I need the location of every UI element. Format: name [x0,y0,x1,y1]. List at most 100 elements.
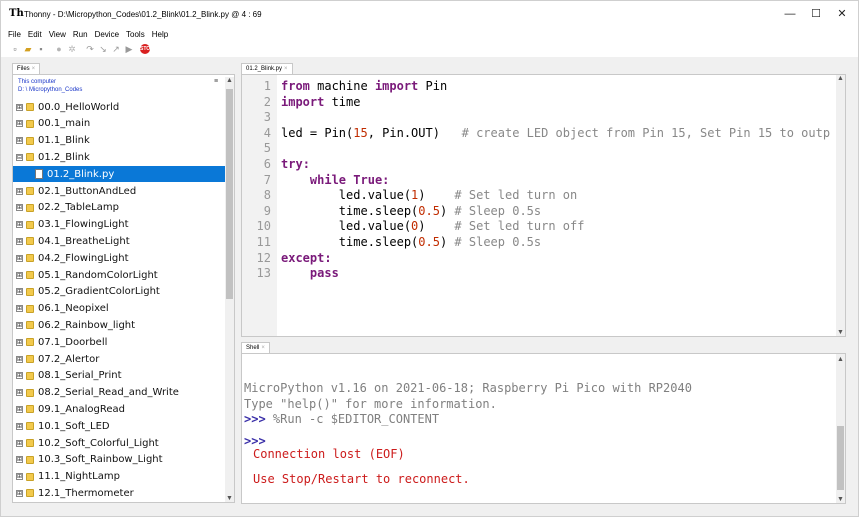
editor-scroll-down-icon[interactable]: ▼ [836,329,845,336]
tab-files[interactable]: Files × [12,63,41,74]
location-path[interactable]: D: \ Micropython_Codes [18,86,82,94]
minimize-button[interactable]: — [776,1,804,27]
expand-icon[interactable]: ⊞ [16,389,23,397]
menu-view[interactable]: View [49,30,66,39]
expand-icon[interactable]: ⊞ [16,405,23,413]
expand-icon[interactable]: ⊞ [16,271,23,279]
menu-run[interactable]: Run [73,30,88,39]
tab-editor-file[interactable]: 01.2_Blink.py × [241,63,293,74]
window-title: Thonny - D:\Micropython_Codes\01.2_Blink… [24,9,262,19]
location-breadcrumb[interactable]: This computer D: \ Micropython_Codes [18,78,82,94]
files-tabstrip: Files × [12,62,235,74]
step-over-icon[interactable]: ↷ [85,44,95,54]
expand-icon[interactable]: ⊞ [16,237,23,245]
step-out-icon[interactable]: ↗ [111,44,121,54]
files-scrollbar-thumb[interactable] [226,89,233,299]
folder-item[interactable]: ⊞ 08.1_Serial_Print [13,368,226,384]
stop-icon[interactable]: STOP [140,44,154,54]
run-icon[interactable]: ● [54,44,64,54]
code-token: while [309,172,347,187]
expand-icon[interactable]: ⊞ [16,221,23,229]
expand-icon[interactable]: ⊞ [16,103,23,111]
expand-icon[interactable]: ⊞ [16,489,23,497]
folder-item[interactable]: ⊞ 08.2_Serial_Read_and_Write [13,385,226,401]
tree-item-label: 10.2_Soft_Colorful_Light [38,437,159,449]
tree-item-label: 02.1_ButtonAndLed [38,185,137,197]
folder-item[interactable]: ⊞ 09.1_AnalogRead [13,401,226,417]
scroll-up-icon[interactable]: ▲ [225,77,234,84]
folder-item[interactable]: ⊞ 00.0_HelloWorld [13,99,226,115]
folder-item[interactable]: ⊞ 07.1_Doorbell [13,334,226,350]
expand-icon[interactable]: ⊞ [16,321,23,329]
expand-icon[interactable]: ⊞ [16,187,23,195]
expand-icon[interactable]: ⊞ [16,338,23,346]
menu-file[interactable]: File [8,30,21,39]
expand-icon[interactable]: ⊞ [16,355,23,363]
shell-error-connection: Connection lost (EOF) [253,447,405,461]
shell-scrollbar-thumb[interactable] [837,426,844,490]
code-token: 0.5 [418,235,440,249]
folder-item[interactable]: ⊞ 07.2_Alertor [13,351,226,367]
menu-edit[interactable]: Edit [28,30,42,39]
editor-scrollbar[interactable]: ▲ ▼ [836,75,845,336]
shell-panel[interactable]: MicroPython v1.16 on 2021-06-18; Raspber… [241,353,846,504]
collapse-icon[interactable]: ⊟ [16,153,23,161]
folder-item[interactable]: ⊞ 04.2_FlowingLight [13,250,226,266]
folder-item[interactable]: ⊞ 10.1_Soft_LED [13,418,226,434]
shell-scrollbar[interactable]: ▲ ▼ [836,354,845,503]
tab-shell[interactable]: Shell × [241,342,270,353]
maximize-button[interactable]: ☐ [802,1,830,27]
debug-icon[interactable]: ✲ [67,44,77,54]
location-this-computer[interactable]: This computer [18,78,82,86]
close-button[interactable]: ✕ [828,1,856,27]
folder-item[interactable]: ⊞ 10.3_Soft_Rainbow_Light [13,452,226,468]
editor-scroll-up-icon[interactable]: ▲ [836,75,845,82]
folder-item[interactable]: ⊞ 04.1_BreatheLight [13,233,226,249]
expand-icon[interactable]: ⊞ [16,372,23,380]
folder-item[interactable]: ⊞ 02.2_TableLamp [13,200,226,216]
folder-item[interactable]: ⊞ 03.1_FlowingLight [13,217,226,233]
expand-icon[interactable]: ⊞ [16,422,23,430]
tab-shell-close-icon[interactable]: × [261,345,265,351]
shell-prompt-2: >>> [244,434,266,448]
folder-item[interactable]: ⊞ 06.1_Neopixel [13,301,226,317]
folder-item[interactable]: ⊞ 06.2_Rainbow_light [13,317,226,333]
shell-scroll-up-icon[interactable]: ▲ [836,356,845,363]
tab-files-close-icon[interactable]: × [32,66,36,72]
expand-icon[interactable]: ⊞ [16,120,23,128]
open-file-icon[interactable]: ▰ [23,44,33,54]
folder-item[interactable]: ⊟ 01.2_Blink [13,149,226,165]
menu-help[interactable]: Help [152,30,168,39]
expand-icon[interactable]: ⊞ [16,473,23,481]
folder-item[interactable]: ⊞ 05.2_GradientColorLight [13,284,226,300]
expand-icon[interactable]: ⊞ [16,305,23,313]
code-line: led.value(0) # Set led turn off [281,219,585,233]
folder-item[interactable]: ⊞ 00.1_main [13,116,226,132]
menu-tools[interactable]: Tools [126,30,145,39]
menu-device[interactable]: Device [95,30,119,39]
folder-item[interactable]: ⊞ 02.1_ButtonAndLed [13,183,226,199]
folder-item[interactable]: ⊞ 05.1_RandomColorLight [13,267,226,283]
expand-icon[interactable]: ⊞ [16,137,23,145]
step-into-icon[interactable]: ↘ [98,44,108,54]
folder-item[interactable]: ⊞ 12.1_Thermometer [13,485,226,501]
folder-item[interactable]: ⊞ 11.1_NightLamp [13,469,226,485]
code-editor[interactable]: 1 2 3 4 5 6 7 8 9 10 11 12 13 from machine import Pi… [241,74,846,337]
expand-icon[interactable]: ⊞ [16,456,23,464]
expand-icon[interactable]: ⊞ [16,439,23,447]
folder-item[interactable]: ⊞ 01.1_Blink [13,133,226,149]
files-scrollbar[interactable]: ▲ ▼ [225,77,234,502]
save-icon[interactable]: ▪ [36,44,46,54]
new-file-icon[interactable]: ▫ [10,44,20,54]
expand-icon[interactable]: ⊞ [16,254,23,262]
tab-editor-close-icon[interactable]: × [284,66,288,72]
folder-icon [26,405,34,414]
shell-scroll-down-icon[interactable]: ▼ [836,496,845,503]
expand-icon[interactable]: ⊞ [16,288,23,296]
files-menu-icon[interactable]: ≡ [214,78,218,85]
folder-item[interactable]: ⊞ 10.2_Soft_Colorful_Light [13,435,226,451]
file-item[interactable]: 01.2_Blink.py [13,166,226,183]
resume-icon[interactable]: ▶ [124,44,134,54]
scroll-down-icon[interactable]: ▼ [225,495,234,502]
expand-icon[interactable]: ⊞ [16,204,23,212]
